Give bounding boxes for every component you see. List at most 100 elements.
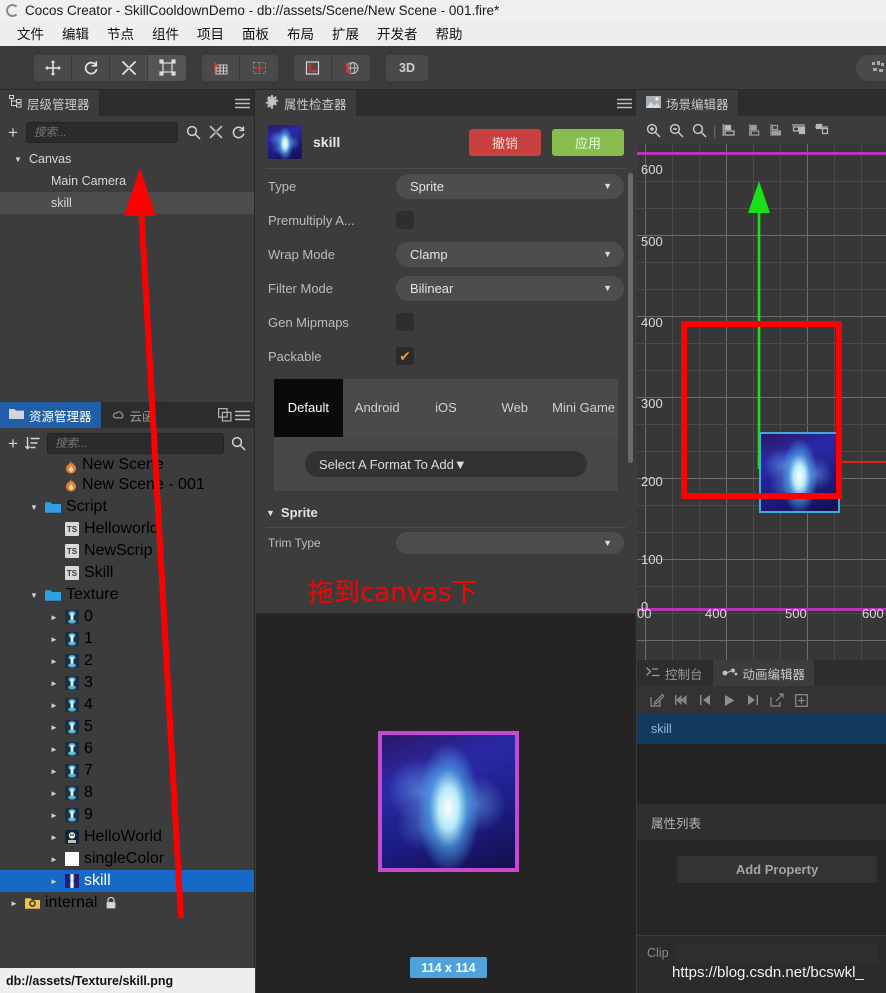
assets-search-input[interactable]: 搜索... bbox=[46, 432, 224, 454]
asset-item-0[interactable]: ► 0 bbox=[0, 606, 254, 628]
asset-item-skill[interactable]: TS Skill bbox=[0, 562, 254, 584]
chevron-right-icon[interactable]: ► bbox=[48, 833, 60, 842]
extra-toolbar-button[interactable] bbox=[856, 55, 886, 81]
menu-item-8[interactable]: 开发者 bbox=[368, 21, 427, 45]
align-left-icon[interactable] bbox=[719, 120, 740, 140]
trim-type-select[interactable]: ▼ bbox=[396, 532, 624, 554]
next-frame-icon[interactable] bbox=[743, 690, 763, 710]
edit-icon[interactable] bbox=[647, 690, 667, 710]
anchor-toggle[interactable] bbox=[240, 55, 278, 81]
chevron-right-icon[interactable]: ► bbox=[48, 635, 60, 644]
chevron-right-icon[interactable]: ► bbox=[48, 745, 60, 754]
format-select[interactable]: Select A Format To Add ▼ bbox=[305, 451, 587, 477]
asset-item-2[interactable]: ► 2 bbox=[0, 650, 254, 672]
asset-item-4[interactable]: ► 4 bbox=[0, 694, 254, 716]
zoom-out-icon[interactable] bbox=[666, 120, 687, 140]
add-node-button[interactable]: + bbox=[8, 124, 18, 141]
menu-item-1[interactable]: 编辑 bbox=[53, 21, 98, 45]
asset-item-script[interactable]: ▼ Script bbox=[0, 496, 254, 518]
search-icon[interactable] bbox=[186, 125, 201, 140]
open-external-icon[interactable] bbox=[767, 690, 787, 710]
chevron-right-icon[interactable]: ► bbox=[48, 789, 60, 798]
scale-tool[interactable] bbox=[110, 54, 148, 81]
platform-tab-android[interactable]: Android bbox=[343, 379, 412, 437]
menu-item-5[interactable]: 面板 bbox=[233, 21, 278, 45]
asset-item-new-scene[interactable]: New Scene bbox=[0, 458, 254, 474]
align-top-icon[interactable] bbox=[788, 120, 809, 140]
align-right-icon[interactable] bbox=[765, 120, 786, 140]
chevron-right-icon[interactable]: ► bbox=[48, 657, 60, 666]
chevron-down-icon[interactable]: ▼ bbox=[28, 591, 40, 600]
asset-item-newscrip[interactable]: TS NewScrip bbox=[0, 540, 254, 562]
add-property-button[interactable]: Add Property bbox=[677, 856, 877, 883]
asset-item-6[interactable]: ► 6 bbox=[0, 738, 254, 760]
tab-hierarchy[interactable]: 层级管理器 bbox=[0, 90, 100, 116]
sort-icon[interactable] bbox=[25, 436, 40, 450]
tab-animation-editor[interactable]: 动画编辑器 bbox=[712, 660, 816, 686]
assets-search-icon[interactable] bbox=[231, 436, 246, 451]
asset-item-5[interactable]: ► 5 bbox=[0, 716, 254, 738]
move-tool[interactable] bbox=[34, 54, 72, 81]
menu-item-9[interactable]: 帮助 bbox=[427, 21, 472, 45]
hierarchy-search-input[interactable]: 搜索... bbox=[25, 121, 178, 143]
scene-sprite-node[interactable] bbox=[759, 432, 840, 513]
align-middle-icon[interactable] bbox=[811, 120, 832, 140]
chevron-right-icon[interactable]: ► bbox=[8, 899, 20, 908]
platform-tab-ios[interactable]: iOS bbox=[412, 379, 481, 437]
platform-tab-web[interactable]: Web bbox=[480, 379, 549, 437]
asset-item-singlecolor[interactable]: ► singleColor bbox=[0, 848, 254, 870]
tab-asset-manager[interactable]: 资源管理器 bbox=[0, 402, 102, 428]
platform-tab-default[interactable]: Default bbox=[274, 379, 343, 437]
property-checkbox[interactable] bbox=[396, 313, 414, 331]
skip-start-icon[interactable] bbox=[671, 690, 691, 710]
menu-item-2[interactable]: 节点 bbox=[98, 21, 143, 45]
mode-3d-toggle[interactable]: 3D bbox=[386, 54, 428, 81]
platform-tab-mini-game[interactable]: Mini Game bbox=[549, 379, 618, 437]
assets-menu-icon[interactable] bbox=[235, 410, 250, 421]
inspector-scrollbar[interactable] bbox=[628, 173, 633, 463]
undo-button[interactable]: 撤销 bbox=[469, 128, 541, 156]
clip-select[interactable] bbox=[674, 942, 878, 963]
menu-item-6[interactable]: 布局 bbox=[278, 21, 323, 45]
tab-inspector[interactable]: 属性检查器 bbox=[256, 90, 357, 116]
menu-item-4[interactable]: 项目 bbox=[188, 21, 233, 45]
chevron-right-icon[interactable]: ► bbox=[48, 723, 60, 732]
inspector-menu-icon[interactable] bbox=[612, 90, 636, 116]
chevron-right-icon[interactable]: ► bbox=[48, 679, 60, 688]
play-icon[interactable] bbox=[719, 690, 739, 710]
chevron-right-icon[interactable]: ► bbox=[48, 811, 60, 820]
rotate-tool[interactable] bbox=[72, 54, 110, 81]
menu-item-7[interactable]: 扩展 bbox=[323, 21, 368, 45]
align-center-h-icon[interactable] bbox=[742, 120, 763, 140]
scene-canvas[interactable]: 600 500 400 300 200 100 0 00 400 500 600 bbox=[637, 144, 886, 660]
property-select[interactable]: Bilinear ▼ bbox=[396, 275, 624, 301]
asset-item-texture[interactable]: ▼ Texture bbox=[0, 584, 254, 606]
zoom-fit-icon[interactable] bbox=[689, 120, 710, 140]
menu-item-0[interactable]: 文件 bbox=[8, 21, 53, 45]
asset-item-8[interactable]: ► 8 bbox=[0, 782, 254, 804]
asset-item-9[interactable]: ► 9 bbox=[0, 804, 254, 826]
chevron-right-icon[interactable]: ► bbox=[48, 701, 60, 710]
pivot-toggle[interactable] bbox=[202, 54, 240, 81]
property-select[interactable]: Sprite ▼ bbox=[396, 173, 624, 199]
add-asset-button[interactable]: + bbox=[8, 435, 18, 452]
move-gizmo-arrow[interactable] bbox=[741, 179, 777, 469]
property-select[interactable]: Clamp ▼ bbox=[396, 241, 624, 267]
asset-item-helloworld[interactable]: ► HelloWorld bbox=[0, 826, 254, 848]
asset-item-skill[interactable]: ► skill bbox=[0, 870, 254, 892]
prev-frame-icon[interactable] bbox=[695, 690, 715, 710]
zoom-in-icon[interactable] bbox=[643, 120, 664, 140]
refresh-icon[interactable] bbox=[231, 125, 246, 140]
asset-item-helloworld[interactable]: TS Helloworld bbox=[0, 518, 254, 540]
hierarchy-node-skill[interactable]: skill bbox=[0, 192, 254, 214]
animation-node-row[interactable]: skill bbox=[637, 714, 886, 744]
asset-item-new-scene-001[interactable]: New Scene - 001 bbox=[0, 474, 254, 496]
chevron-down-icon[interactable]: ▼ bbox=[12, 155, 24, 164]
asset-item-7[interactable]: ► 7 bbox=[0, 760, 254, 782]
property-checkbox[interactable] bbox=[396, 211, 414, 229]
chevron-right-icon[interactable]: ► bbox=[48, 613, 60, 622]
chevron-down-icon[interactable]: ▼ bbox=[28, 503, 40, 512]
copy-icon[interactable] bbox=[218, 408, 232, 422]
tab-scene-editor[interactable]: 场景编辑器 bbox=[637, 90, 739, 116]
collapse-icon[interactable] bbox=[209, 125, 223, 139]
